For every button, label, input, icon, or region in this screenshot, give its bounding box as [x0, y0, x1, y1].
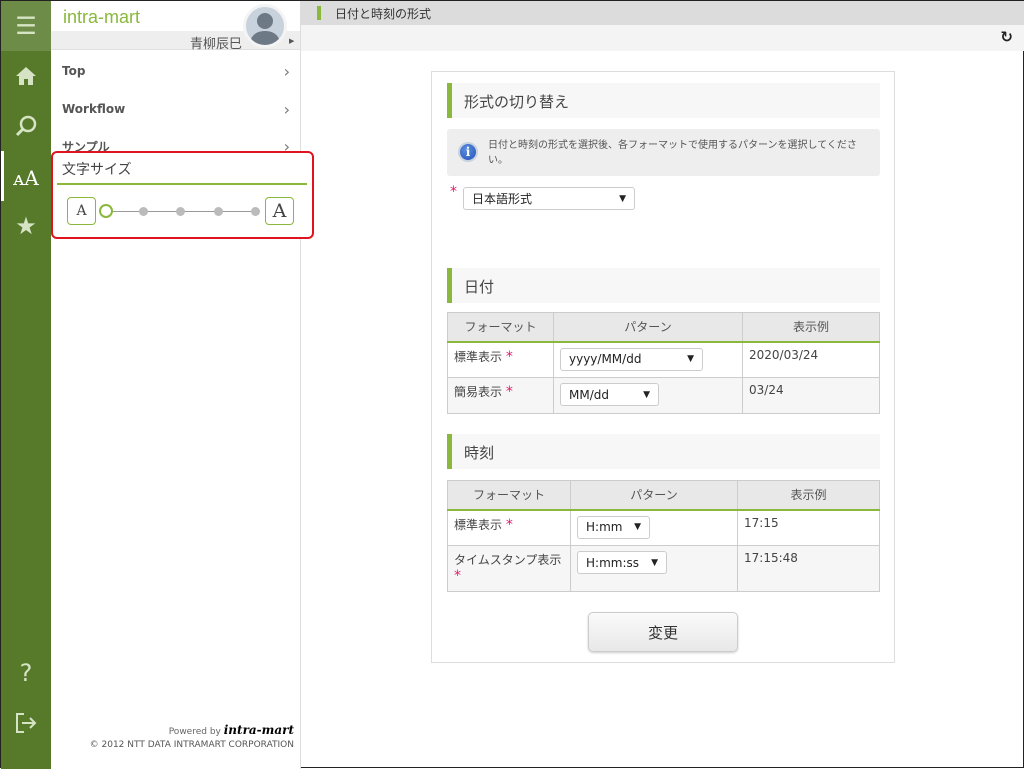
- table-row: 標準表示 * H:mm ▼ 17:15: [447, 509, 880, 546]
- font-size-icon[interactable]: ᴀA: [1, 161, 51, 195]
- pattern-select[interactable]: H:mm:ss ▼: [577, 551, 667, 574]
- menu-icon[interactable]: ☰: [1, 9, 51, 43]
- chevron-right-icon: ›: [283, 99, 290, 119]
- info-box: i 日付と時刻の形式を選択後、各フォーマットで使用するパターンを選択してください…: [447, 129, 880, 176]
- pattern-select[interactable]: MM/dd ▼: [560, 383, 659, 406]
- dropdown-arrow-icon: ▼: [651, 557, 658, 568]
- section-title-switch: 形式の切り替え: [447, 83, 880, 118]
- font-size-step[interactable]: [213, 207, 223, 216]
- menu-item-workflow[interactable]: Workflow ›: [51, 91, 300, 127]
- font-size-step[interactable]: [138, 207, 148, 216]
- logout-icon[interactable]: [1, 706, 51, 740]
- dropdown-arrow-icon: ▼: [619, 193, 626, 204]
- pattern-select[interactable]: H:mm ▼: [577, 515, 650, 539]
- icon-rail: ☰ ᴀA ★ ?: [1, 1, 51, 769]
- font-size-step[interactable]: [251, 207, 260, 216]
- help-icon[interactable]: ?: [1, 656, 51, 690]
- settings-card: 形式の切り替え i 日付と時刻の形式を選択後、各フォーマットで使用するパターンを…: [431, 71, 895, 663]
- table-row: 簡易表示 * MM/dd ▼ 03/24: [447, 377, 880, 414]
- page-title: 日付と時刻の形式: [335, 7, 432, 21]
- page-header: 日付と時刻の形式: [301, 1, 1024, 25]
- title-marker: [317, 6, 321, 20]
- toolbar: ↻: [301, 25, 1024, 51]
- side-panel: intra-mart 青柳辰巳 ▶ Top › Workflow › サンプル › P…: [51, 1, 301, 769]
- pattern-select[interactable]: yyyy/MM/dd ▼: [560, 347, 703, 371]
- star-icon[interactable]: ★: [1, 209, 51, 243]
- font-larger-button[interactable]: A: [265, 197, 294, 225]
- dropdown-arrow-icon: ▼: [687, 354, 694, 364]
- font-smaller-button[interactable]: A: [67, 197, 96, 225]
- chevron-right-icon: ›: [283, 61, 290, 81]
- powered-by: Powered by intra-mart: [168, 723, 294, 737]
- avatar[interactable]: [243, 4, 287, 48]
- dropdown-arrow-icon: ▼: [643, 389, 650, 400]
- date-format-table: フォーマット パターン 表示例 標準表示 * yyyy/MM/dd ▼ 2020/03/2…: [447, 312, 880, 414]
- info-text: 日付と時刻の形式を選択後、各フォーマットで使用するパターンを選択してください。: [488, 140, 857, 166]
- required-mark: *: [450, 184, 457, 200]
- format-select[interactable]: 日本語形式 ▼: [463, 187, 635, 210]
- section-title-date: 日付: [447, 268, 880, 303]
- copyright: © 2012 NTT DATA INTRAMART CORPORATION: [89, 740, 294, 750]
- search-icon[interactable]: [1, 109, 51, 143]
- logo[interactable]: intra-mart: [63, 7, 140, 28]
- refresh-icon[interactable]: ↻: [1000, 28, 1013, 46]
- table-row: タイムスタンプ表示 * H:mm:ss ▼ 17:15:48: [447, 545, 880, 592]
- table-row: 標準表示 * yyyy/MM/dd ▼ 2020/03/24: [447, 341, 880, 378]
- dropdown-arrow-icon: ▼: [634, 522, 641, 532]
- home-icon[interactable]: [1, 59, 51, 93]
- divider: [57, 183, 307, 185]
- change-button[interactable]: 変更: [588, 612, 738, 652]
- font-size-step[interactable]: [176, 207, 185, 216]
- time-format-table: フォーマット パターン 表示例 標準表示 * H:mm ▼ 17:15 タイムスタンプ表示…: [447, 480, 880, 592]
- user-menu-arrow-icon[interactable]: ▶: [289, 37, 294, 45]
- font-size-step-selected[interactable]: [99, 204, 113, 218]
- font-size-popup: 文字サイズ A A: [51, 151, 314, 239]
- brand-logo: intra-mart: [223, 723, 294, 737]
- user-name[interactable]: 青柳辰巳: [190, 33, 242, 52]
- info-icon: i: [458, 142, 478, 162]
- section-title-time: 時刻: [447, 434, 880, 469]
- font-size-title: 文字サイズ: [62, 162, 132, 178]
- menu-item-top[interactable]: Top ›: [51, 53, 300, 89]
